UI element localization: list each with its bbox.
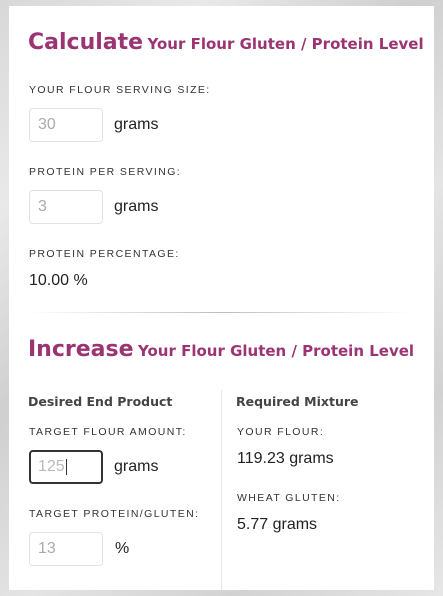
serving-size-label: YOUR FLOUR SERVING SIZE:	[29, 84, 211, 96]
target-flour-amount-label: TARGET FLOUR AMOUNT:	[29, 426, 187, 438]
calculate-heading: Calculate Your Flour Gluten / Protein Le…	[28, 30, 424, 55]
increase-heading-small: Your Flour Gluten / Protein Level	[137, 342, 415, 360]
calculator-card: Calculate Your Flour Gluten / Protein Le…	[9, 6, 434, 590]
your-flour-value: 119.23 grams	[237, 450, 334, 467]
target-flour-amount-input[interactable]: 125	[29, 450, 103, 484]
text-cursor	[65, 458, 67, 475]
increase-heading-big: Increase	[28, 337, 134, 362]
section-divider	[28, 312, 414, 313]
column-divider	[221, 390, 222, 590]
protein-per-serving-unit: grams	[114, 198, 159, 215]
serving-size-input[interactable]: 30	[29, 108, 103, 142]
target-protein-unit: %	[115, 540, 130, 557]
protein-percentage-label: PROTEIN PERCENTAGE:	[29, 248, 180, 260]
calculate-heading-big: Calculate	[28, 30, 144, 55]
target-protein-label: TARGET PROTEIN/GLUTEN:	[29, 508, 200, 520]
target-protein-input[interactable]: 13	[29, 532, 103, 566]
desired-end-product-title: Desired End Product	[28, 394, 173, 409]
required-mixture-title: Required Mixture	[236, 394, 359, 409]
target-flour-amount-value: 125	[38, 458, 65, 475]
target-flour-amount-unit: grams	[114, 458, 159, 475]
wheat-gluten-label: WHEAT GLUTEN:	[237, 492, 341, 504]
protein-per-serving-label: PROTEIN PER SERVING:	[29, 166, 182, 178]
increase-heading: Increase Your Flour Gluten / Protein Lev…	[28, 337, 414, 362]
serving-size-unit: grams	[114, 116, 159, 133]
your-flour-label: YOUR FLOUR:	[237, 426, 325, 438]
protein-percentage-value: 10.00 %	[29, 272, 88, 289]
protein-per-serving-input[interactable]: 3	[29, 190, 103, 224]
wheat-gluten-value: 5.77 grams	[237, 516, 318, 533]
calculate-heading-small: Your Flour Gluten / Protein Level	[147, 35, 424, 53]
